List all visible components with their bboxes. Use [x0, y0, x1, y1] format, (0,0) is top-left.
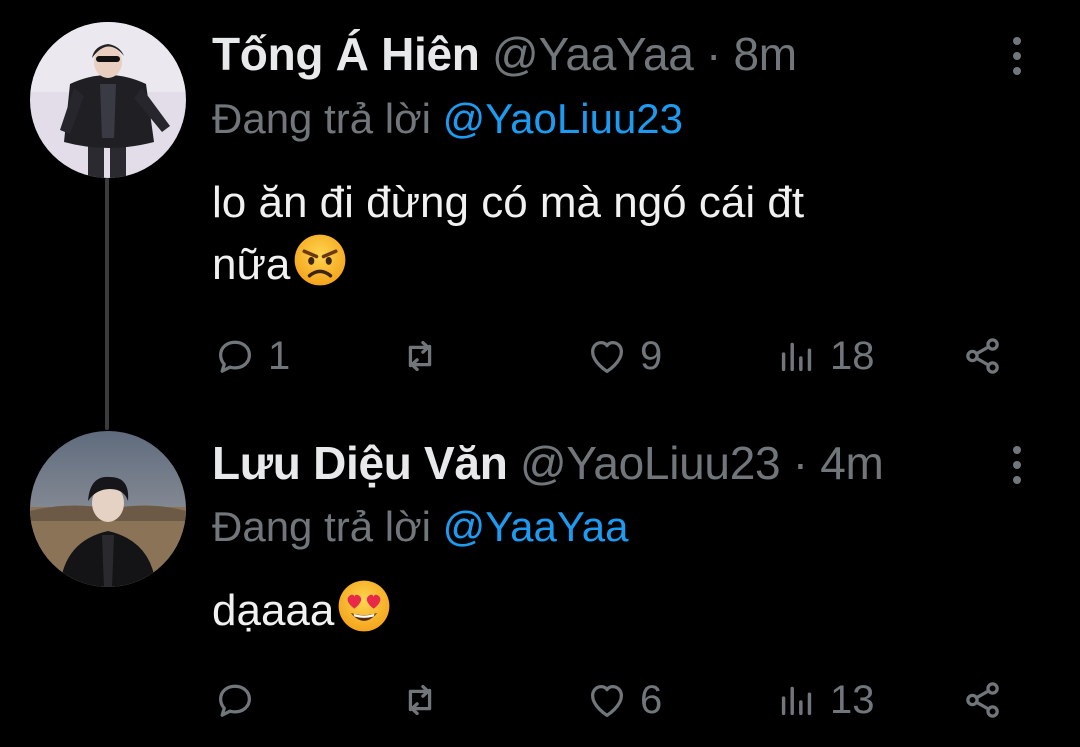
tweet-text-line-with-emoji: nữa	[212, 232, 972, 294]
like-button[interactable]: 6	[584, 670, 662, 730]
author-handle[interactable]: @YaaYaa	[492, 28, 694, 80]
retweet-icon	[408, 684, 432, 716]
share-button[interactable]	[960, 670, 1006, 730]
reply-button[interactable]: 1	[212, 326, 290, 386]
more-options-icon[interactable]	[1004, 28, 1030, 84]
tweet-text-line-with-emoji: dạaaa	[212, 578, 972, 640]
share-icon	[966, 338, 999, 374]
tweet-text: lo ăn đi đừng có mà ngó cái đt nữa	[212, 174, 972, 294]
author-handle[interactable]: @YaoLiuu23	[520, 437, 781, 489]
tweet-text-fragment: dạaaa	[212, 586, 335, 635]
reply-icon	[218, 684, 252, 717]
views-icon	[781, 342, 812, 372]
reply-context: Đang trả lời @YaaYaa	[212, 500, 629, 554]
share-icon	[966, 682, 999, 718]
views-button[interactable]: 18	[774, 326, 875, 386]
like-count: 9	[640, 333, 663, 378]
like-icon	[590, 340, 624, 373]
separator-dot: ·	[706, 28, 722, 80]
author-name[interactable]: Lưu Diệu Văn	[212, 437, 508, 489]
reply-icon	[218, 340, 252, 373]
reply-button[interactable]	[212, 670, 268, 730]
reply-prefix: Đang trả lời	[212, 95, 431, 142]
tweet-text: dạaaa	[212, 578, 972, 640]
reply-mention-link[interactable]: @YaoLiuu23	[443, 95, 683, 142]
separator-dot: ·	[792, 437, 808, 489]
tweet-actions: 6 13	[212, 670, 1012, 730]
heart-eyes-emoji	[338, 580, 390, 632]
reply-context: Đang trả lời @YaoLiuu23	[212, 92, 683, 146]
avatar[interactable]	[30, 22, 186, 178]
views-icon	[781, 686, 812, 716]
retweet-button[interactable]	[397, 670, 453, 730]
thread-connector-line	[105, 178, 109, 430]
reply-prefix: Đang trả lời	[212, 503, 431, 550]
like-icon	[590, 684, 624, 717]
retweet-icon	[408, 340, 432, 372]
like-button[interactable]: 9	[584, 326, 662, 386]
more-options-icon[interactable]	[1004, 437, 1030, 493]
tweet-header: Tống Á Hiên @YaaYaa · 8m	[212, 26, 797, 82]
angry-face-emoji	[295, 234, 346, 286]
avatar-image-tong-a-hien	[30, 22, 186, 178]
tweet-header: Lưu Diệu Văn @YaoLiuu23 · 4m	[212, 435, 884, 491]
tweet-actions: 1 9 18	[212, 326, 1012, 386]
share-button[interactable]	[960, 326, 1006, 386]
view-count: 18	[830, 333, 875, 378]
tweet-text-line: lo ăn đi đừng có mà ngó cái đt	[212, 178, 805, 227]
timestamp[interactable]: 8m	[734, 28, 798, 80]
avatar-image-luu-dieu-van	[30, 431, 186, 587]
author-name[interactable]: Tống Á Hiên	[212, 28, 480, 80]
view-count: 13	[830, 677, 875, 722]
avatar[interactable]	[30, 431, 186, 587]
like-count: 6	[640, 677, 663, 722]
views-button[interactable]: 13	[774, 670, 875, 730]
timestamp[interactable]: 4m	[820, 437, 884, 489]
tweet-text-fragment: nữa	[212, 240, 291, 289]
reply-count: 1	[268, 333, 291, 378]
reply-mention-link[interactable]: @YaaYaa	[443, 503, 629, 550]
retweet-button[interactable]	[397, 326, 453, 386]
